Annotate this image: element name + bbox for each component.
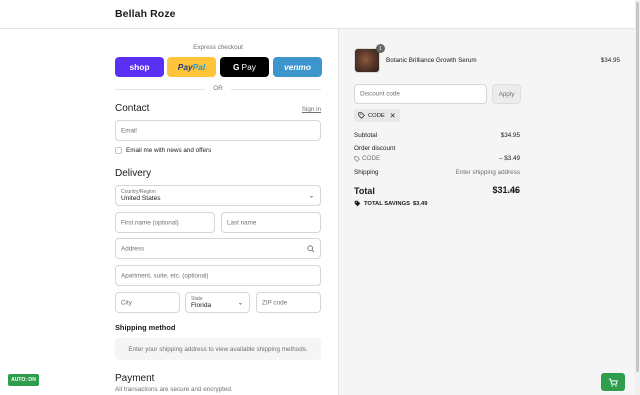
email-placeholder: Email (121, 127, 137, 134)
subtotal-row: Subtotal $34.95 (354, 132, 520, 139)
express-checkout-label: Express checkout (193, 44, 243, 51)
page-scrollbar[interactable] (635, 0, 640, 395)
applied-code-chip: CODE ✕ (354, 109, 400, 122)
venmo-label: venmo (284, 62, 311, 72)
city-field[interactable]: City (115, 292, 180, 313)
discount-code-field[interactable]: Discount code (354, 84, 487, 104)
floating-action-button[interactable] (601, 373, 625, 391)
order-summary: 1 Botanic Brilliance Growth Serum $34.95… (338, 29, 640, 395)
paypal-pal-label: Pal (192, 62, 206, 72)
discount-code-row: CODE – $3.49 (354, 155, 520, 164)
savings-label: TOTAL SAVINGS (364, 200, 410, 207)
contact-title: Contact (115, 103, 150, 114)
email-field[interactable]: Email (115, 120, 321, 141)
google-pay-label: Pay (241, 62, 256, 72)
venmo-button[interactable]: venmo (273, 57, 322, 77)
order-discount-label: Order discount (354, 145, 396, 152)
header: Bellah Roze (0, 0, 640, 29)
payment-title: Payment (115, 373, 155, 384)
order-discount-row: Order discount (354, 145, 520, 152)
shipping-row: Shipping Enter shipping address (354, 169, 520, 176)
sign-in-link[interactable]: Sign in (290, 106, 321, 113)
apartment-placeholder: Apartment, suite, etc. (optional) (121, 272, 209, 279)
country-select[interactable]: Country/Region United States ⌄ (115, 185, 321, 206)
savings-value: $3.49 (412, 200, 428, 207)
product-price: $34.95 (600, 57, 620, 64)
shop-pay-button[interactable]: shop (115, 57, 164, 77)
google-g-icon: G (233, 62, 240, 72)
divider-line-right (231, 89, 321, 90)
tag-icon (358, 112, 365, 119)
newsletter-label: Email me with news and offers (126, 147, 212, 154)
apartment-field[interactable]: Apartment, suite, etc. (optional) (115, 265, 321, 286)
store-name[interactable]: Bellah Roze (115, 8, 176, 20)
first-name-placeholder: First name (optional) (121, 219, 179, 226)
applied-code-text: CODE (368, 112, 385, 119)
last-name-placeholder: Last name (227, 219, 257, 226)
tag-icon (354, 155, 360, 162)
discount-code-text: CODE (362, 155, 381, 162)
city-placeholder: City (121, 299, 132, 306)
cart-icon (608, 378, 618, 387)
discount-code-wrap: CODE (354, 155, 380, 162)
address-field[interactable]: Address (115, 238, 321, 259)
quantity-badge: 1 (376, 44, 385, 53)
product-name: Botanic Brilliance Growth Serum (386, 57, 477, 64)
total-label: Total (354, 186, 375, 196)
address-placeholder: Address (121, 245, 145, 252)
zip-placeholder: ZIP code (262, 299, 288, 306)
shipping-method-text: Enter your shipping address to view avai… (128, 345, 308, 353)
google-pay-button[interactable]: G Pay (220, 57, 269, 77)
product-thumbnail: 1 (354, 44, 385, 73)
first-name-field[interactable]: First name (optional) (115, 212, 215, 233)
total-value: $31.46 (492, 185, 520, 195)
discount-placeholder: Discount code (360, 90, 400, 98)
shipping-label: Shipping (354, 169, 379, 176)
tag-icon (354, 200, 361, 207)
shipping-value: Enter shipping address (455, 169, 520, 176)
country-value: United States (121, 195, 161, 202)
payment-subtitle: All transactions are secure and encrypte… (115, 386, 233, 393)
subtotal-value: $34.95 (500, 132, 520, 139)
auto-toggle-badge[interactable]: AUTO: ON (8, 374, 39, 386)
paypal-button[interactable]: Pay Pal (167, 57, 216, 77)
scrollbar-thumb[interactable] (636, 2, 639, 372)
paypal-pay-label: Pay (177, 62, 193, 72)
search-icon (307, 244, 315, 253)
remove-code-icon[interactable]: ✕ (390, 112, 396, 120)
discount-value: – $3.49 (498, 155, 520, 162)
total-savings: TOTAL SAVINGS $3.49 (354, 200, 427, 207)
apply-label: Apply (498, 90, 515, 98)
zip-field[interactable]: ZIP code (256, 292, 321, 313)
shipping-method-title: Shipping method (115, 323, 176, 332)
newsletter-checkbox[interactable] (115, 147, 122, 154)
chevron-down-icon: ⌄ (308, 193, 314, 199)
subtotal-label: Subtotal (354, 132, 378, 139)
shipping-method-message: Enter your shipping address to view avai… (115, 338, 321, 360)
apply-button[interactable]: Apply (492, 84, 521, 104)
or-divider: OR (115, 85, 321, 93)
chevron-down-icon: ⌄ (237, 300, 243, 306)
state-select[interactable]: State Florida ⌄ (185, 292, 250, 313)
state-value: Florida (191, 302, 212, 309)
last-name-field[interactable]: Last name (221, 212, 321, 233)
shop-pay-label: shop (129, 62, 150, 72)
delivery-title: Delivery (115, 168, 152, 179)
